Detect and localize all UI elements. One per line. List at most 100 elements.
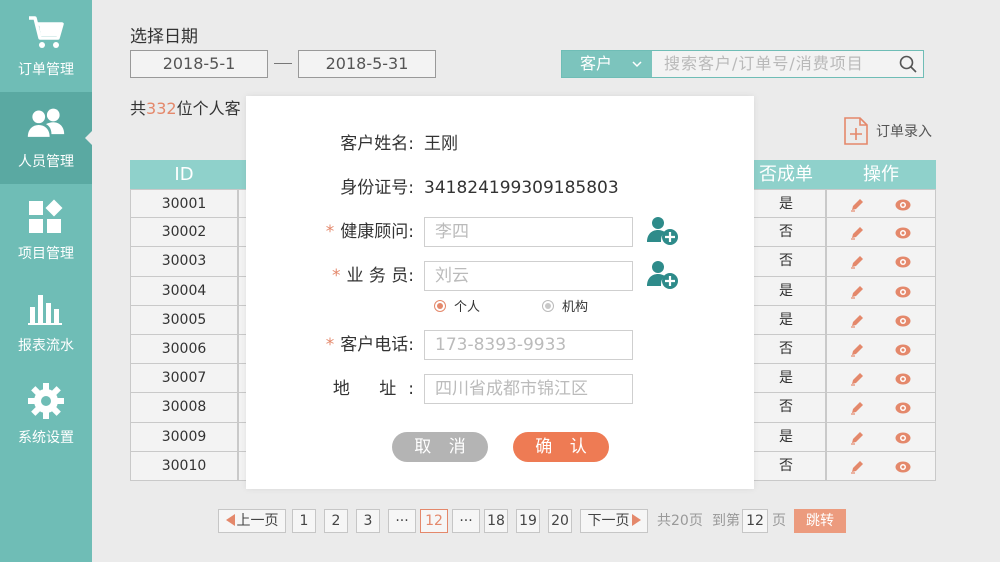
arrow-right-icon: [631, 514, 641, 526]
count-number: 332: [146, 99, 177, 118]
cell-id: 30010: [130, 451, 238, 481]
phone-input[interactable]: 173-8393-9933: [424, 330, 633, 360]
cell-closed: 否: [746, 451, 826, 481]
consultant-label: * 健康顾问:: [326, 217, 414, 247]
date-from-input[interactable]: 2018-5-1: [130, 50, 268, 78]
edit-icon[interactable]: [849, 371, 865, 387]
goto-suffix: 页: [772, 513, 786, 529]
gear-icon: [26, 381, 66, 421]
consultant-row: * 健康顾问: 李四: [246, 217, 754, 247]
search-input[interactable]: 搜索客户/订单号/消费项目: [664, 51, 894, 77]
cell-id: 30008: [130, 393, 238, 423]
search-type-value: 客户: [580, 54, 613, 73]
view-icon[interactable]: [895, 459, 911, 475]
goto-prefix: 到第: [712, 513, 740, 529]
confirm-button[interactable]: 确 认: [513, 432, 609, 462]
radio-personal[interactable]: 个人: [434, 296, 480, 315]
search-icon[interactable]: [899, 55, 917, 73]
page-button[interactable]: 20: [548, 509, 572, 533]
sidebar: 订单管理 人员管理 项目管理 报表流水 系统设置: [0, 0, 93, 562]
cell-id: 30003: [130, 247, 238, 277]
edit-icon[interactable]: [849, 459, 865, 475]
page-button[interactable]: 3: [356, 509, 380, 533]
people-icon: [26, 105, 66, 145]
date-separator: [274, 63, 292, 64]
edit-icon[interactable]: [849, 342, 865, 358]
jump-button[interactable]: 跳转: [794, 509, 846, 533]
salesperson-label: * 业 务 员:: [332, 261, 414, 291]
sidebar-item-orders[interactable]: 订单管理: [0, 0, 92, 92]
salesperson-row: * 业 务 员: 刘云: [246, 261, 754, 291]
page-button[interactable]: 2: [324, 509, 348, 533]
edit-icon[interactable]: [849, 284, 865, 300]
consultant-input[interactable]: 李四: [424, 217, 633, 247]
cell-closed: 是: [746, 276, 826, 306]
edit-icon[interactable]: [849, 313, 865, 329]
view-icon[interactable]: [895, 225, 911, 241]
next-label: 下一页: [587, 513, 630, 529]
page-button[interactable]: 18: [484, 509, 508, 533]
count-prefix: 共: [130, 99, 147, 118]
view-icon[interactable]: [895, 371, 911, 387]
cancel-button[interactable]: 取 消: [392, 432, 488, 462]
cell-closed: 是: [746, 189, 826, 219]
cart-icon: [26, 13, 66, 53]
radio-organization[interactable]: 机构: [542, 296, 588, 315]
page-button-current[interactable]: 12: [420, 509, 448, 533]
order-entry-button[interactable]: 订单录入: [842, 116, 932, 146]
header-actions: 操作: [863, 164, 899, 185]
sidebar-item-label: 人员管理: [18, 154, 74, 170]
view-icon[interactable]: [895, 313, 911, 329]
prev-page-button[interactable]: 上一页: [218, 509, 286, 533]
total-pages: 共20页: [657, 513, 703, 529]
cell-closed: 否: [746, 393, 826, 423]
edit-icon[interactable]: [849, 225, 865, 241]
page-button[interactable]: 19: [516, 509, 540, 533]
edit-icon[interactable]: [849, 430, 865, 446]
address-input[interactable]: 四川省成都市锦江区: [424, 374, 633, 404]
radio-selected-icon: [434, 299, 446, 312]
salesperson-input[interactable]: 刘云: [424, 261, 633, 291]
sidebar-item-settings[interactable]: 系统设置: [0, 368, 92, 460]
address-label: 地 址:: [332, 379, 426, 399]
edit-icon[interactable]: [849, 197, 865, 213]
cell-actions: [826, 335, 936, 365]
required-mark: *: [331, 266, 341, 286]
view-icon[interactable]: [895, 254, 911, 270]
cell-actions: [826, 305, 936, 335]
edit-icon[interactable]: [849, 400, 865, 416]
view-icon[interactable]: [895, 284, 911, 300]
required-mark: *: [325, 335, 335, 355]
phone-label: * 客户电话:: [326, 330, 414, 360]
sidebar-item-people[interactable]: 人员管理: [0, 92, 92, 184]
view-icon[interactable]: [895, 400, 911, 416]
cell-actions: [826, 276, 936, 306]
sidebar-item-label: 系统设置: [18, 430, 74, 446]
goto-page-input[interactable]: 12: [742, 509, 768, 533]
sidebar-item-label: 报表流水: [18, 338, 74, 354]
cell-closed: 是: [746, 305, 826, 335]
date-to-input[interactable]: 2018-5-31: [298, 50, 436, 78]
page-ellipsis: ···: [388, 509, 416, 533]
header-id: ID: [174, 164, 194, 185]
grid-icon: [26, 197, 66, 237]
header-closed: 否成单: [759, 164, 813, 185]
add-user-icon[interactable]: [646, 215, 680, 247]
sidebar-item-label: 项目管理: [18, 246, 74, 262]
view-icon[interactable]: [895, 197, 911, 213]
radio-unselected-icon: [542, 299, 554, 312]
view-icon[interactable]: [895, 342, 911, 358]
customer-count: 共332位个人客: [130, 95, 241, 119]
sidebar-item-reports[interactable]: 报表流水: [0, 276, 92, 368]
sidebar-item-label: 订单管理: [18, 62, 74, 78]
page-button[interactable]: 1: [292, 509, 316, 533]
search-type-select[interactable]: 客户: [562, 51, 652, 77]
add-user-icon[interactable]: [646, 259, 680, 291]
pagination: 上一页 1 2 3 ··· 12 ··· 18 19 20 下一页 共20页 到…: [218, 509, 918, 533]
cell-actions: [826, 393, 936, 423]
cell-actions: [826, 218, 936, 248]
sidebar-item-projects[interactable]: 项目管理: [0, 184, 92, 276]
view-icon[interactable]: [895, 430, 911, 446]
next-page-button[interactable]: 下一页: [580, 509, 648, 533]
edit-icon[interactable]: [849, 254, 865, 270]
